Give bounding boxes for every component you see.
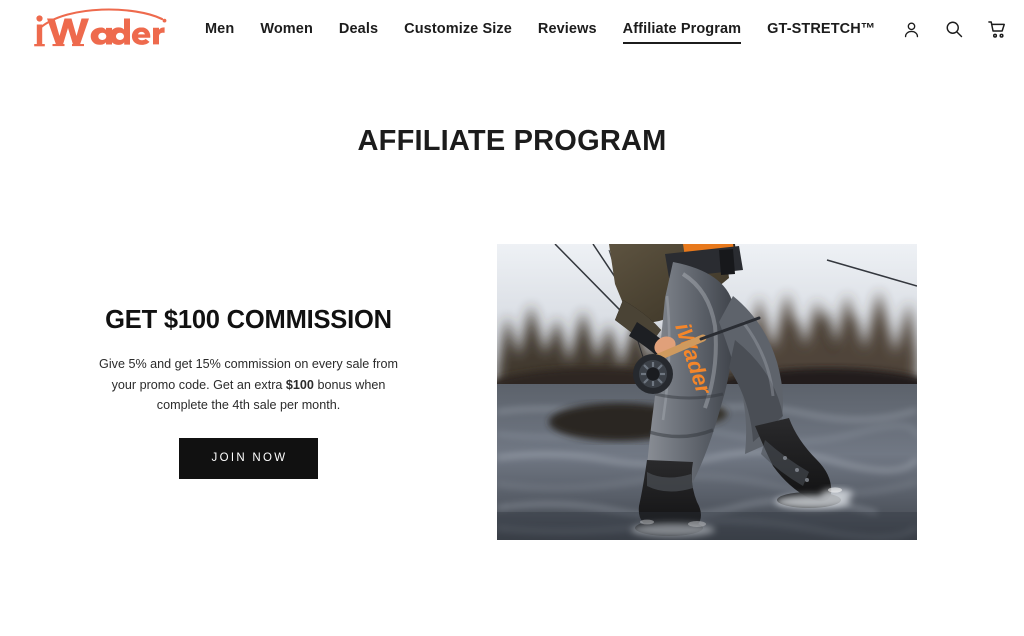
- fly-fisherman-photo-illustration: iWader: [497, 244, 917, 540]
- nav-item-reviews[interactable]: Reviews: [525, 0, 610, 58]
- hero-copy: GET $100 COMMISSION Give 5% and get 15% …: [0, 244, 497, 479]
- nav-item-customize-size[interactable]: Customize Size: [391, 0, 525, 58]
- main-navigation: Men Women Deals Customize Size Reviews A…: [192, 0, 888, 58]
- nav-item-affiliate-program[interactable]: Affiliate Program: [610, 0, 755, 58]
- hero-image: iWader: [497, 244, 917, 540]
- affiliate-hero-section: GET $100 COMMISSION Give 5% and get 15% …: [0, 244, 1024, 540]
- nav-item-deals[interactable]: Deals: [326, 0, 391, 58]
- page-title: AFFILIATE PROGRAM: [357, 125, 667, 157]
- iwader-wordmark-icon: [34, 8, 167, 47]
- hero-description: Give 5% and get 15% commission on every …: [95, 354, 403, 415]
- hero-heading: GET $100 COMMISSION: [105, 306, 392, 334]
- brand-logo[interactable]: iWader: [28, 6, 176, 52]
- cart-icon[interactable]: [984, 16, 1010, 42]
- search-icon[interactable]: [941, 16, 967, 42]
- hero-description-bonus-amount: $100: [285, 377, 314, 392]
- join-now-button[interactable]: JOIN NOW: [178, 438, 319, 479]
- header-actions: [888, 16, 1010, 42]
- nav-item-women[interactable]: Women: [247, 0, 326, 58]
- nav-item-men[interactable]: Men: [192, 0, 247, 58]
- site-header: iWader Men Women Deals Customize S: [0, 0, 1024, 58]
- account-icon[interactable]: [898, 16, 924, 42]
- nav-item-gt-stretch[interactable]: GT-STRETCH™: [754, 0, 888, 58]
